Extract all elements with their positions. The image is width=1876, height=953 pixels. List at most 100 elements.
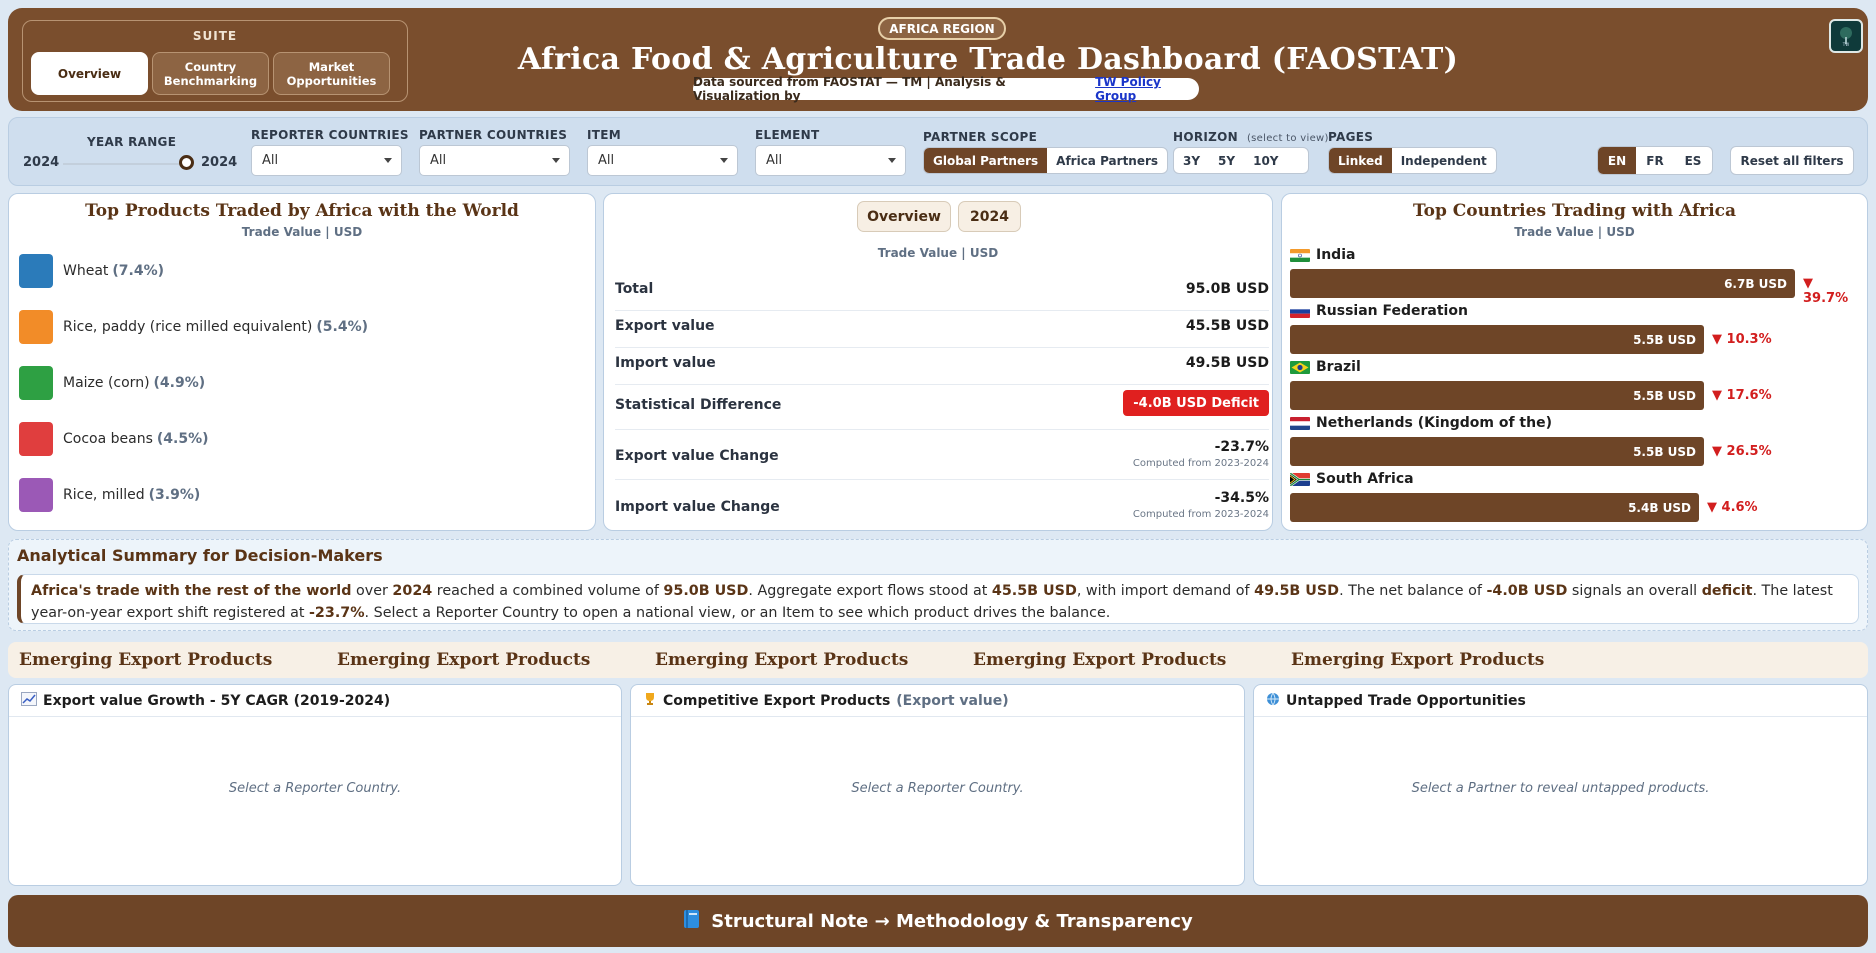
summary-text-part: signals an overall [1567,583,1702,599]
country-value: 6.7B USD [1724,276,1787,291]
partner-select[interactable]: All [419,145,570,176]
metric-row-total: Total 95.0B USD [615,281,1269,311]
overview-card: Overview 2024 Trade Value | USD Total 95… [603,193,1273,531]
product-swatch [19,366,53,400]
partner-value: All [430,153,447,168]
lang-es[interactable]: ES [1674,147,1712,174]
metric-row-import: Import value 49.5B USD [615,355,1269,385]
emerging-products-strip: Emerging Export Products Emerging Export… [8,642,1868,678]
panel-subtitle: (Export value) [896,692,1009,709]
reporter-select[interactable]: All [251,145,402,176]
product-item[interactable]: Rice, milled (3.9%) [19,478,200,512]
year-range-label: YEAR RANGE [87,135,177,149]
chevron-down-icon [888,158,896,163]
scope-africa-partners[interactable]: Africa Partners [1047,148,1167,173]
reporter-label: REPORTER COUNTRIES [251,128,409,142]
country-value: 5.4B USD [1628,500,1691,515]
methodology-banner[interactable]: Structural Note → Methodology & Transpar… [8,895,1868,947]
country-bar: 5.5B USD [1290,325,1704,354]
suite-tab-market-opportunities[interactable]: Market Opportunities [273,52,390,95]
summary-subject: Africa's trade with the rest of the worl… [31,583,352,599]
product-item[interactable]: Rice, paddy (rice milled equivalent) (5.4… [19,310,368,344]
horizon-10y[interactable]: 10Y [1244,148,1287,173]
summary-balance-type: deficit [1701,583,1753,599]
metric-value: 45.5B USD [1185,318,1269,334]
horizon-5y[interactable]: 5Y [1209,148,1244,173]
summary-export-change: -23.7% [308,605,365,621]
country-change: ▼ 17.6% [1712,388,1772,403]
country-value: 5.5B USD [1633,332,1696,347]
item-select[interactable]: All [587,145,738,176]
year-slider-handle[interactable] [179,155,194,170]
tree-logo-icon[interactable]: TW [1829,19,1863,53]
summary-export: 45.5B USD [991,583,1077,599]
partner-label: PARTNER COUNTRIES [419,128,568,142]
suite-tab-country-benchmarking[interactable]: Country Benchmarking [152,52,269,95]
country-change: ▼ 4.6% [1707,500,1758,515]
pages-label: PAGES [1328,130,1374,144]
suite-label: SUITE [192,29,238,43]
tab-year[interactable]: 2024 [958,201,1021,232]
filter-bar: YEAR RANGE 2024 2024 REPORTER COUNTRIES … [8,117,1868,186]
summary-text-part: . Select a Reporter Country to open a na… [364,605,1111,621]
untapped-opportunities-panel: Untapped Trade Opportunities Select a Pa… [1253,684,1868,886]
chevron-down-icon [384,158,392,163]
product-swatch [19,254,53,288]
element-value: All [766,153,783,168]
top-countries-card: Top Countries Trading with Africa Trade … [1281,193,1868,531]
product-name: Cocoa beans [63,431,153,447]
analytical-summary: Analytical Summary for Decision-Makers A… [8,539,1868,631]
country-name: India [1316,247,1356,263]
product-name: Rice, paddy (rice milled equivalent) [63,319,313,335]
panel-header: Untapped Trade Opportunities [1254,685,1867,717]
chevron-down-icon [552,158,560,163]
element-label: ELEMENT [755,128,820,142]
panel-empty-message: Select a Reporter Country. [228,781,402,796]
product-item[interactable]: Wheat (7.4%) [19,254,164,288]
metric-value: 49.5B USD [1185,355,1269,371]
competitive-products-panel: Competitive Export Products (Export valu… [630,684,1245,886]
country-bar: 6.7B USD [1290,269,1795,298]
metric-note: Computed from 2023-2024 [1132,458,1269,469]
pages-linked[interactable]: Linked [1329,148,1392,173]
metric-value: -34.5% [1214,490,1269,506]
country-change: ▼ 39.7% [1803,276,1849,306]
suite-tab-overview[interactable]: Overview [31,52,148,95]
product-swatch [19,478,53,512]
source-link[interactable]: TW Policy Group [1095,75,1199,103]
top-countries-subtitle: Trade Value | USD [1514,225,1635,239]
metric-row-export-change: Export value Change -23.7% Computed from… [615,435,1269,480]
lang-en[interactable]: EN [1598,147,1636,174]
scope-global-partners[interactable]: Global Partners [924,148,1048,173]
summary-text-part: . The net balance of [1339,583,1487,599]
product-item[interactable]: Maize (corn) (4.9%) [19,366,205,400]
emerging-label: Emerging Export Products [19,650,273,670]
south-africa-flag-icon [1290,472,1310,486]
year-to: 2024 [201,155,238,170]
country-name: South Africa [1316,471,1414,487]
product-share: (4.9%) [153,375,206,391]
overview-subtitle: Trade Value | USD [877,246,999,260]
horizon-3y[interactable]: 3Y [1174,148,1209,173]
chevron-down-icon [720,158,728,163]
summary-title: Analytical Summary for Decision-Makers [17,546,383,565]
country-name: Netherlands (Kingdom of the) [1316,415,1552,431]
year-slider-track[interactable] [63,163,187,165]
horizon-label: HORIZON (select to view) [1173,130,1329,144]
lang-fr[interactable]: FR [1636,147,1674,174]
year-from: 2024 [23,155,60,170]
tab-overview[interactable]: Overview [857,201,951,232]
country-value: 5.5B USD [1633,388,1696,403]
summary-import: 49.5B USD [1254,583,1340,599]
product-item[interactable]: Cocoa beans (4.5%) [19,422,209,456]
metric-note: Computed from 2023-2024 [1132,509,1269,520]
top-countries-title: Top Countries Trading with Africa [1412,201,1737,221]
pages-independent[interactable]: Independent [1392,148,1496,173]
russia-flag-icon [1290,304,1310,318]
horizon-label-text: HORIZON [1173,130,1238,144]
reset-filters-button[interactable]: Reset all filters [1730,146,1854,175]
product-share: (4.5%) [156,431,209,447]
product-name: Wheat [63,263,109,279]
element-select[interactable]: All [755,145,906,176]
summary-text-part: over [351,583,393,599]
